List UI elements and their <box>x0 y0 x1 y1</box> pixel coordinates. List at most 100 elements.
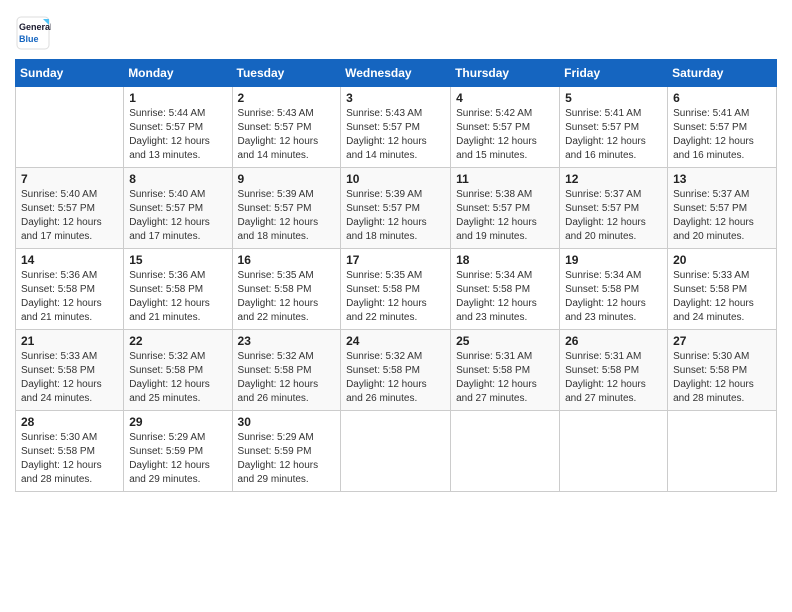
day-number: 30 <box>238 415 336 429</box>
calendar-cell: 8 Sunrise: 5:40 AMSunset: 5:57 PMDaylight… <box>124 168 232 249</box>
day-info: Sunrise: 5:33 AMSunset: 5:58 PMDaylight:… <box>21 350 118 406</box>
day-number: 11 <box>456 172 554 186</box>
day-info: Sunrise: 5:39 AMSunset: 5:57 PMDaylight:… <box>238 188 336 244</box>
calendar-cell: 9 Sunrise: 5:39 AMSunset: 5:57 PMDaylight… <box>232 168 341 249</box>
day-number: 6 <box>673 91 771 105</box>
day-info: Sunrise: 5:37 AMSunset: 5:57 PMDaylight:… <box>673 188 771 244</box>
day-info: Sunrise: 5:42 AMSunset: 5:57 PMDaylight:… <box>456 107 554 163</box>
calendar-cell: 13 Sunrise: 5:37 AMSunset: 5:57 PMDayligh… <box>668 168 777 249</box>
calendar-cell: 29 Sunrise: 5:29 AMSunset: 5:59 PMDayligh… <box>124 411 232 492</box>
day-info: Sunrise: 5:40 AMSunset: 5:57 PMDaylight:… <box>21 188 118 244</box>
calendar-cell <box>16 87 124 168</box>
header-cell-thursday: Thursday <box>451 60 560 87</box>
calendar-cell: 18Sunrise: 5:34 AMSunset: 5:58 PMDayligh… <box>451 249 560 330</box>
day-info: Sunrise: 5:39 AMSunset: 5:57 PMDaylight:… <box>346 188 445 244</box>
calendar-cell <box>668 411 777 492</box>
day-info: Sunrise: 5:40 AMSunset: 5:57 PMDaylight:… <box>129 188 226 244</box>
day-number: 21 <box>21 334 118 348</box>
calendar-cell: 25Sunrise: 5:31 AMSunset: 5:58 PMDayligh… <box>451 330 560 411</box>
day-number: 24 <box>346 334 445 348</box>
day-number: 5 <box>565 91 662 105</box>
header-row: SundayMondayTuesdayWednesdayThursdayFrid… <box>16 60 777 87</box>
calendar-cell: 20 Sunrise: 5:33 AMSunset: 5:58 PMDayligh… <box>668 249 777 330</box>
calendar-cell: 11Sunrise: 5:38 AMSunset: 5:57 PMDayligh… <box>451 168 560 249</box>
calendar-cell: 26 Sunrise: 5:31 AMSunset: 5:58 PMDayligh… <box>560 330 668 411</box>
header-cell-monday: Monday <box>124 60 232 87</box>
header-cell-tuesday: Tuesday <box>232 60 341 87</box>
day-number: 14 <box>21 253 118 267</box>
calendar-cell: 4Sunrise: 5:42 AMSunset: 5:57 PMDaylight… <box>451 87 560 168</box>
calendar-cell: 24 Sunrise: 5:32 AMSunset: 5:58 PMDayligh… <box>341 330 451 411</box>
svg-text:General: General <box>19 22 51 32</box>
day-number: 2 <box>238 91 336 105</box>
day-number: 17 <box>346 253 445 267</box>
day-info: Sunrise: 5:32 AMSunset: 5:58 PMDaylight:… <box>238 350 336 406</box>
day-info: Sunrise: 5:31 AMSunset: 5:58 PMDaylight:… <box>456 350 554 406</box>
day-info: Sunrise: 5:43 AMSunset: 5:57 PMDaylight:… <box>346 107 445 163</box>
calendar-cell: 3Sunrise: 5:43 AMSunset: 5:57 PMDaylight… <box>341 87 451 168</box>
calendar-week-4: 21 Sunrise: 5:33 AMSunset: 5:58 PMDayligh… <box>16 330 777 411</box>
day-number: 10 <box>346 172 445 186</box>
header-cell-friday: Friday <box>560 60 668 87</box>
calendar-cell: 6 Sunrise: 5:41 AMSunset: 5:57 PMDaylight… <box>668 87 777 168</box>
day-number: 8 <box>129 172 226 186</box>
day-info: Sunrise: 5:35 AMSunset: 5:58 PMDaylight:… <box>346 269 445 325</box>
calendar-cell: 16Sunrise: 5:35 AMSunset: 5:58 PMDayligh… <box>232 249 341 330</box>
calendar-table: SundayMondayTuesdayWednesdayThursdayFrid… <box>15 59 777 492</box>
day-info: Sunrise: 5:35 AMSunset: 5:58 PMDaylight:… <box>238 269 336 325</box>
day-number: 27 <box>673 334 771 348</box>
day-number: 23 <box>238 334 336 348</box>
day-info: Sunrise: 5:41 AMSunset: 5:57 PMDaylight:… <box>673 107 771 163</box>
calendar-header: SundayMondayTuesdayWednesdayThursdayFrid… <box>16 60 777 87</box>
calendar-cell: 19Sunrise: 5:34 AMSunset: 5:58 PMDayligh… <box>560 249 668 330</box>
day-number: 22 <box>129 334 226 348</box>
day-number: 9 <box>238 172 336 186</box>
day-number: 13 <box>673 172 771 186</box>
day-info: Sunrise: 5:29 AMSunset: 5:59 PMDaylight:… <box>129 431 226 487</box>
day-info: Sunrise: 5:37 AMSunset: 5:57 PMDaylight:… <box>565 188 662 244</box>
day-number: 20 <box>673 253 771 267</box>
calendar-cell: 23 Sunrise: 5:32 AMSunset: 5:58 PMDayligh… <box>232 330 341 411</box>
calendar-week-1: 1Sunrise: 5:44 AMSunset: 5:57 PMDaylight… <box>16 87 777 168</box>
calendar-cell: 2 Sunrise: 5:43 AMSunset: 5:57 PMDaylight… <box>232 87 341 168</box>
header-cell-wednesday: Wednesday <box>341 60 451 87</box>
calendar-cell: 17 Sunrise: 5:35 AMSunset: 5:58 PMDayligh… <box>341 249 451 330</box>
calendar-cell: 14 Sunrise: 5:36 AMSunset: 5:58 PMDayligh… <box>16 249 124 330</box>
day-number: 19 <box>565 253 662 267</box>
calendar-cell: 10 Sunrise: 5:39 AMSunset: 5:57 PMDayligh… <box>341 168 451 249</box>
day-info: Sunrise: 5:32 AMSunset: 5:58 PMDaylight:… <box>129 350 226 406</box>
day-number: 7 <box>21 172 118 186</box>
day-info: Sunrise: 5:31 AMSunset: 5:58 PMDaylight:… <box>565 350 662 406</box>
day-info: Sunrise: 5:29 AMSunset: 5:59 PMDaylight:… <box>238 431 336 487</box>
calendar-cell: 30 Sunrise: 5:29 AMSunset: 5:59 PMDayligh… <box>232 411 341 492</box>
day-info: Sunrise: 5:36 AMSunset: 5:58 PMDaylight:… <box>129 269 226 325</box>
svg-text:Blue: Blue <box>19 34 39 44</box>
day-info: Sunrise: 5:33 AMSunset: 5:58 PMDaylight:… <box>673 269 771 325</box>
logo: General Blue <box>15 15 51 51</box>
day-info: Sunrise: 5:43 AMSunset: 5:57 PMDaylight:… <box>238 107 336 163</box>
day-number: 12 <box>565 172 662 186</box>
day-info: Sunrise: 5:32 AMSunset: 5:58 PMDaylight:… <box>346 350 445 406</box>
calendar-cell <box>341 411 451 492</box>
day-number: 29 <box>129 415 226 429</box>
logo-svg: General Blue <box>15 15 51 51</box>
day-number: 18 <box>456 253 554 267</box>
calendar-cell: 28 Sunrise: 5:30 AMSunset: 5:58 PMDayligh… <box>16 411 124 492</box>
calendar-cell: 21 Sunrise: 5:33 AMSunset: 5:58 PMDayligh… <box>16 330 124 411</box>
calendar-cell <box>560 411 668 492</box>
day-number: 28 <box>21 415 118 429</box>
day-info: Sunrise: 5:36 AMSunset: 5:58 PMDaylight:… <box>21 269 118 325</box>
calendar-cell: 5Sunrise: 5:41 AMSunset: 5:57 PMDaylight… <box>560 87 668 168</box>
day-info: Sunrise: 5:30 AMSunset: 5:58 PMDaylight:… <box>21 431 118 487</box>
calendar-week-5: 28 Sunrise: 5:30 AMSunset: 5:58 PMDayligh… <box>16 411 777 492</box>
calendar-cell: 27Sunrise: 5:30 AMSunset: 5:58 PMDayligh… <box>668 330 777 411</box>
day-number: 26 <box>565 334 662 348</box>
calendar-week-2: 7 Sunrise: 5:40 AMSunset: 5:57 PMDaylight… <box>16 168 777 249</box>
calendar-cell <box>451 411 560 492</box>
calendar-cell: 15 Sunrise: 5:36 AMSunset: 5:58 PMDayligh… <box>124 249 232 330</box>
calendar-cell: 1Sunrise: 5:44 AMSunset: 5:57 PMDaylight… <box>124 87 232 168</box>
day-info: Sunrise: 5:44 AMSunset: 5:57 PMDaylight:… <box>129 107 226 163</box>
calendar-cell: 22 Sunrise: 5:32 AMSunset: 5:58 PMDayligh… <box>124 330 232 411</box>
day-number: 15 <box>129 253 226 267</box>
calendar-cell: 7 Sunrise: 5:40 AMSunset: 5:57 PMDaylight… <box>16 168 124 249</box>
